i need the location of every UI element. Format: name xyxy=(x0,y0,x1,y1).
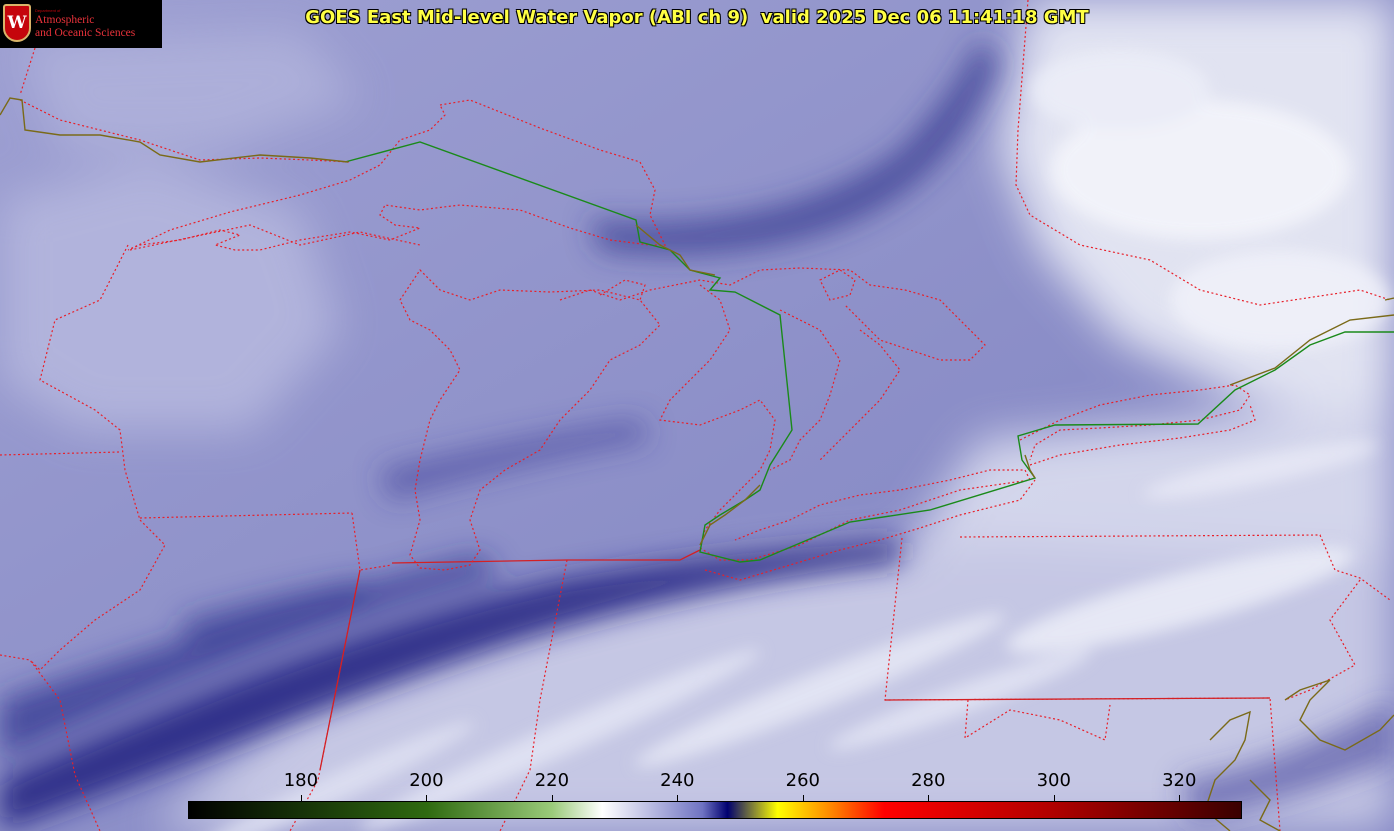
logo-line-2: and Oceanic Sciences xyxy=(35,27,136,39)
colorbar-tick-label: 320 xyxy=(1162,770,1197,791)
colorbar-tick-mark xyxy=(802,795,804,801)
colorbar-tick-mark xyxy=(300,795,302,801)
colorbar-tick-label: 220 xyxy=(534,770,570,791)
colorbar-tick-label: 260 xyxy=(785,770,820,791)
colorbar-tick-label: 280 xyxy=(911,770,946,791)
colorbar-tick-label: 180 xyxy=(283,770,319,791)
colorbar-tick-mark xyxy=(1179,795,1181,801)
colorbar-tick-mark xyxy=(928,795,930,801)
colorbar-tick-label: 200 xyxy=(409,770,444,791)
colorbar-tick-mark xyxy=(1053,795,1055,801)
colorbar-tick-label: 240 xyxy=(660,770,695,791)
colorbar-tick-mark xyxy=(677,795,679,801)
colorbar-tick-mark xyxy=(551,795,553,801)
water-vapor-map xyxy=(0,0,1394,831)
colorbar-tick-label: 300 xyxy=(1036,770,1071,791)
satellite-image-view: W Department of Atmospheric and Oceanic … xyxy=(0,0,1394,831)
colorbar xyxy=(188,801,1242,819)
image-title: GOES East Mid-level Water Vapor (ABI ch … xyxy=(305,7,1089,28)
colorbar-tick-mark xyxy=(426,795,428,801)
